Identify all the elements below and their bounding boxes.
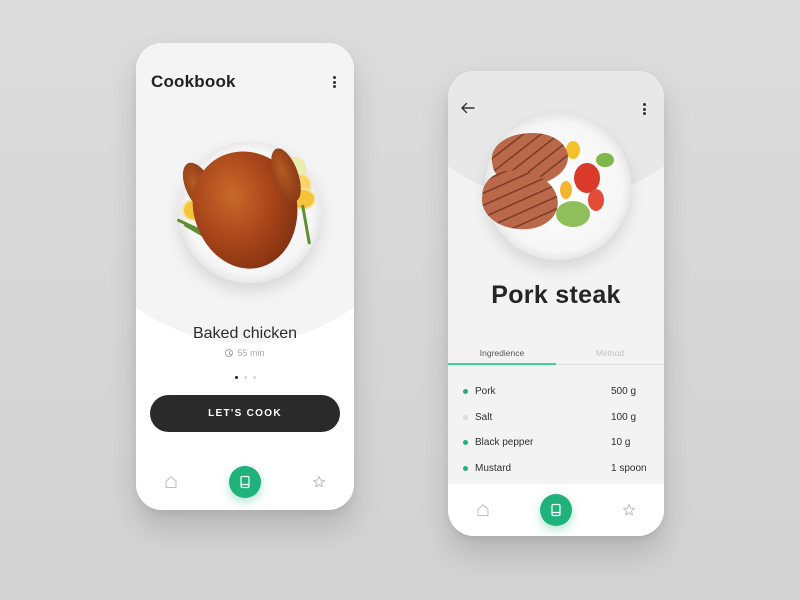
cook-time: 55 min xyxy=(136,348,354,358)
pager-dots xyxy=(136,376,354,379)
arrow-left-icon[interactable] xyxy=(460,101,476,115)
ingredient-row[interactable]: Black pepper 10 g xyxy=(448,430,664,456)
bottom-nav xyxy=(448,484,664,536)
pager-dot-3[interactable] xyxy=(252,376,256,379)
more-options-icon[interactable] xyxy=(639,101,649,117)
checked-dot-icon xyxy=(463,440,468,446)
star-icon[interactable] xyxy=(310,473,328,491)
cookbook-home-screen: Cookbook Baked chicken 55 min LET'S COOK xyxy=(136,43,354,510)
ingredient-name: Mustard xyxy=(475,462,512,474)
ingredient-quantity: 10 g xyxy=(611,437,631,449)
recipe-tabs: Ingredience Method xyxy=(448,341,664,365)
ingredient-row[interactable]: Mustard 1 spoon xyxy=(448,456,664,482)
checked-dot-icon xyxy=(463,389,468,395)
ingredient-name: Black pepper xyxy=(475,437,534,449)
book-icon[interactable] xyxy=(229,465,261,498)
star-icon[interactable] xyxy=(620,501,638,519)
cucumber xyxy=(596,153,614,167)
bottom-nav xyxy=(136,453,354,510)
home-icon[interactable] xyxy=(474,501,492,519)
app-title: Cookbook xyxy=(151,72,236,91)
clock-icon xyxy=(225,349,234,357)
ingredient-name: Pork xyxy=(475,386,496,398)
ingredient-list: Pork 500 g Salt 100 g Black pepper 10 g … xyxy=(448,379,664,481)
checked-dot-icon xyxy=(463,465,468,471)
dish-title: Baked chicken xyxy=(192,325,298,342)
ingredient-row[interactable]: Pork 500 g xyxy=(448,379,664,405)
ingredient-quantity: 1 spoon xyxy=(611,462,647,474)
dish-title: Pork steak xyxy=(491,281,621,309)
book-icon[interactable] xyxy=(540,494,572,526)
unchecked-dot-icon xyxy=(463,414,468,420)
yellow-pepper xyxy=(566,141,580,159)
ingredient-row[interactable]: Salt 100 g xyxy=(448,405,664,431)
pager-dot-1[interactable] xyxy=(234,376,238,379)
cook-time-value: 55 min xyxy=(237,348,265,358)
lets-cook-button[interactable]: LET'S COOK xyxy=(150,395,340,432)
tomato xyxy=(588,189,604,211)
tab-ingredience[interactable]: Ingredience xyxy=(448,341,556,365)
recipe-detail-screen: Pork steak Ingredience Method Pork 500 g… xyxy=(448,71,664,536)
lettuce xyxy=(556,201,590,227)
ingredient-quantity: 500 g xyxy=(611,386,637,398)
ingredient-quantity: 100 g xyxy=(611,411,637,423)
more-options-icon[interactable] xyxy=(329,74,339,90)
ingredient-name: Salt xyxy=(475,411,493,423)
tab-method[interactable]: Method xyxy=(556,341,664,364)
pager-dot-2[interactable] xyxy=(243,376,247,379)
yellow-pepper xyxy=(560,181,572,199)
home-icon[interactable] xyxy=(162,473,180,491)
